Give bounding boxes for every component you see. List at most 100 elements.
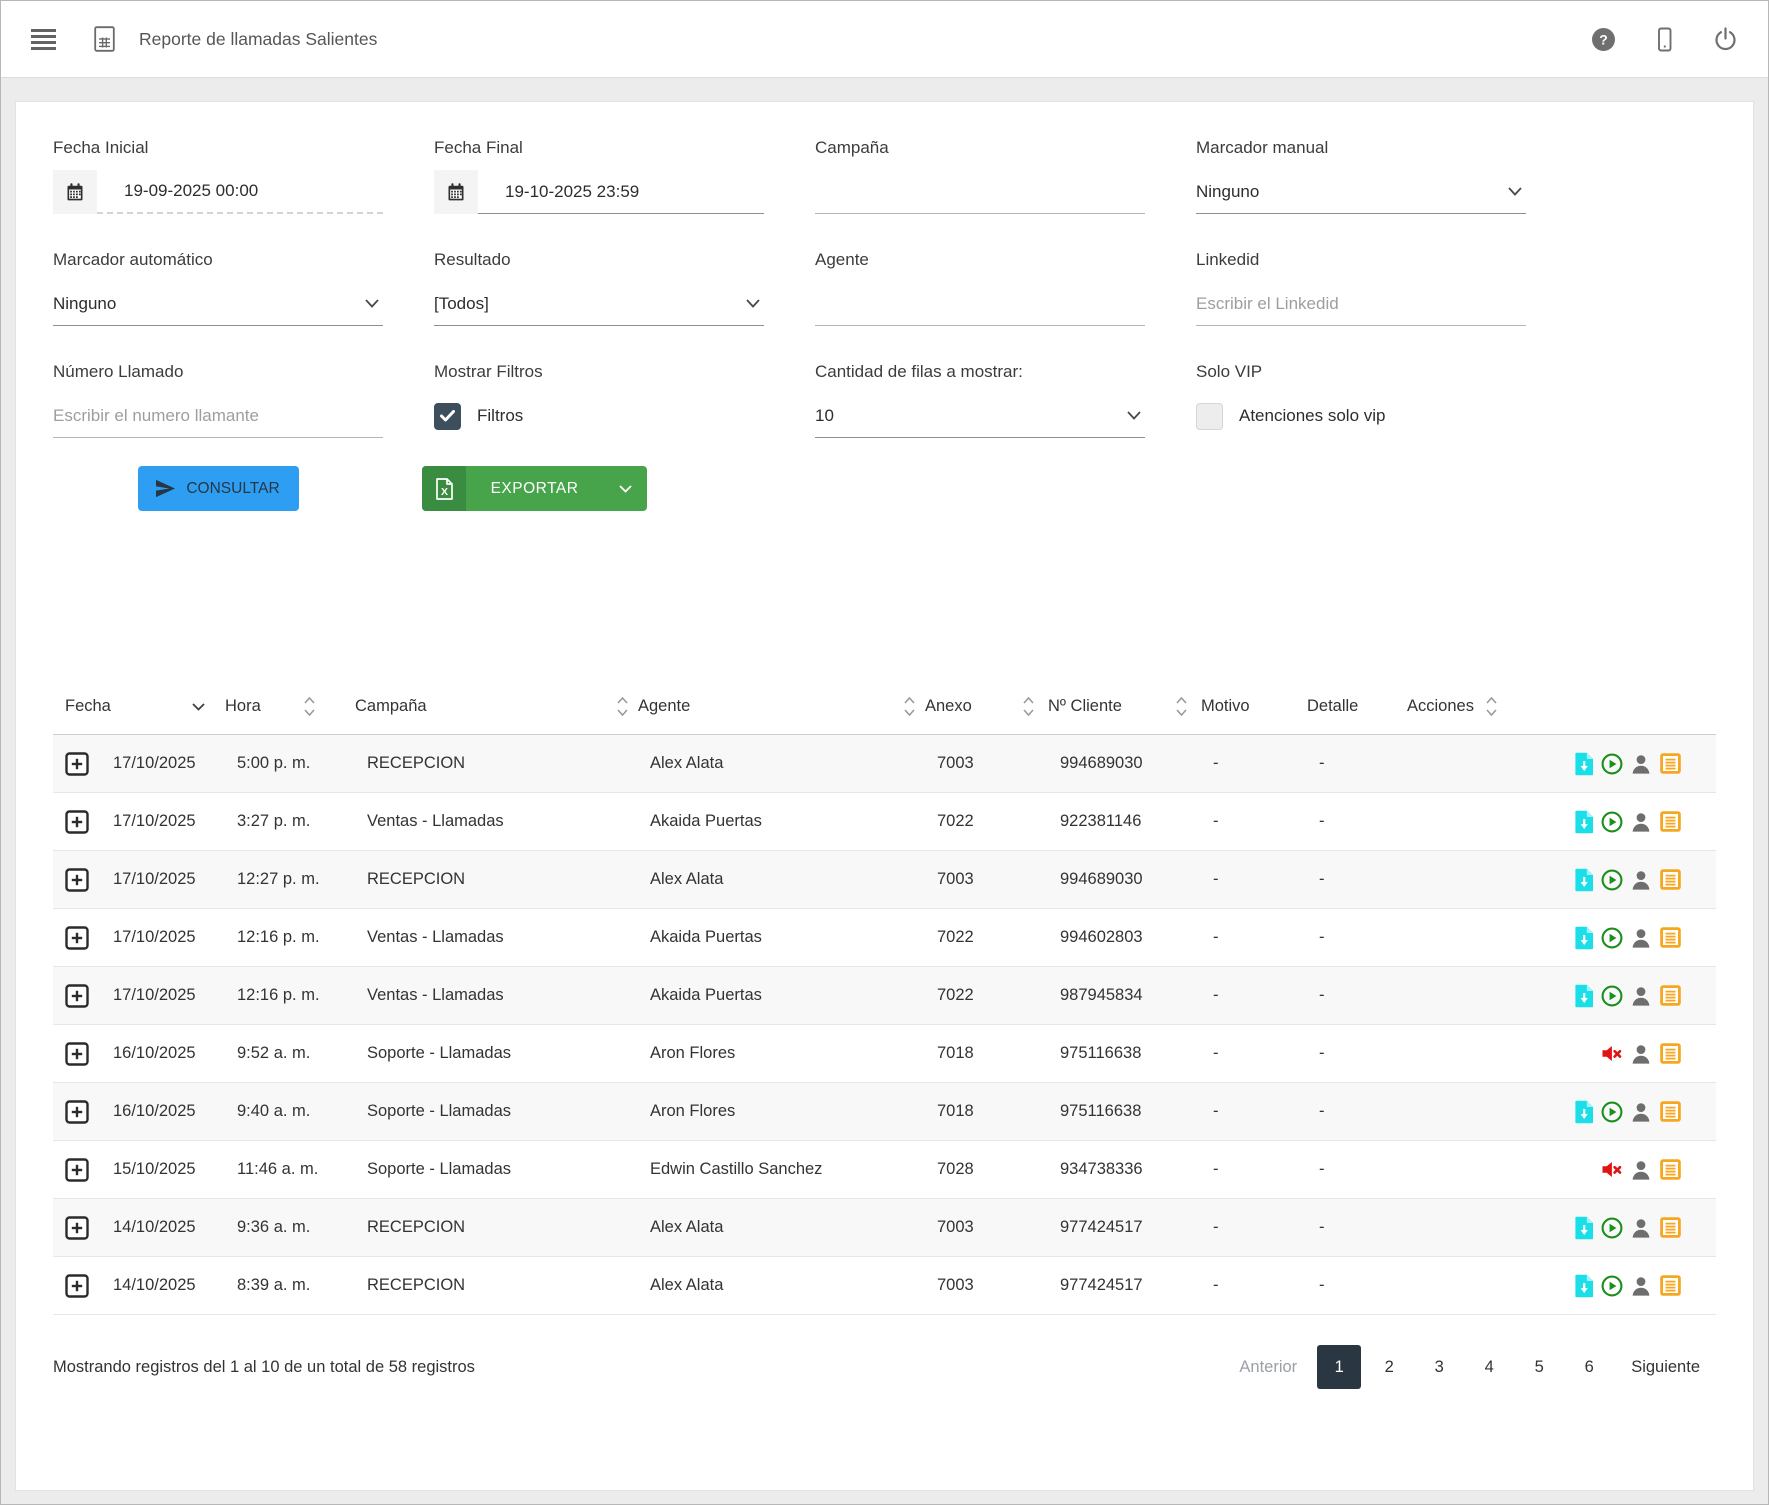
play-recording-button[interactable]: [1601, 811, 1623, 833]
audio-download-button[interactable]: [1574, 1216, 1594, 1240]
consultar-button[interactable]: CONSULTAR: [138, 466, 299, 511]
pagination-previous[interactable]: Anterior: [1225, 1358, 1311, 1377]
fecha-inicial-picker[interactable]: 19-09-2025 00:00: [53, 170, 383, 214]
note-icon: [1659, 1216, 1682, 1239]
audio-download-button[interactable]: [1574, 984, 1594, 1008]
expand-row-button[interactable]: [65, 926, 89, 950]
contact-button[interactable]: [1630, 1043, 1652, 1065]
column-header-agente[interactable]: Agente: [638, 679, 925, 734]
logout-button[interactable]: [1713, 27, 1738, 52]
expand-row-button[interactable]: [65, 1158, 89, 1182]
contact-button[interactable]: [1630, 927, 1652, 949]
column-header-campana[interactable]: Campaña: [355, 679, 638, 734]
cell-fecha: 14/10/2025: [113, 1257, 237, 1314]
contact-button[interactable]: [1630, 1275, 1652, 1297]
expand-row-button[interactable]: [65, 1274, 89, 1298]
fecha-inicial-value[interactable]: 19-09-2025 00:00: [97, 170, 383, 214]
field-cantidad-filas: Cantidad de filas a mostrar: 10: [815, 362, 1145, 438]
marcador-automatico-select[interactable]: Ninguno: [53, 282, 383, 326]
column-header-fecha[interactable]: Fecha: [65, 679, 225, 734]
detail-note-button[interactable]: [1659, 984, 1682, 1007]
page-button-5[interactable]: 5: [1517, 1345, 1561, 1389]
play-recording-button[interactable]: [1601, 1217, 1623, 1239]
calendar-icon[interactable]: [53, 170, 97, 214]
expand-row-button[interactable]: [65, 1100, 89, 1124]
marcador-manual-select[interactable]: Ninguno: [1196, 170, 1526, 214]
numero-llamado-input[interactable]: [53, 394, 383, 438]
play-recording-button[interactable]: [1601, 985, 1623, 1007]
audio-download-button[interactable]: [1574, 868, 1594, 892]
cell-anexo: 7003: [937, 1257, 1060, 1314]
fecha-final-value[interactable]: 19-10-2025 23:59: [478, 170, 764, 214]
expand-row-button[interactable]: [65, 1042, 89, 1066]
contact-button[interactable]: [1630, 869, 1652, 891]
table-row: 17/10/2025 3:27 p. m. Ventas - Llamadas …: [53, 793, 1716, 851]
cell-detalle: -: [1319, 851, 1419, 908]
page-button-2[interactable]: 2: [1367, 1345, 1411, 1389]
contact-button[interactable]: [1630, 1101, 1652, 1123]
expand-row-button[interactable]: [65, 1216, 89, 1240]
cell-motivo: -: [1213, 1025, 1319, 1082]
no-audio-button[interactable]: [1600, 1042, 1623, 1065]
column-header-cliente[interactable]: Nº Cliente: [1048, 679, 1201, 734]
agente-input[interactable]: [815, 282, 1145, 326]
page-button-1[interactable]: 1: [1317, 1345, 1361, 1389]
cell-anexo: 7022: [937, 793, 1060, 850]
expand-row-button[interactable]: [65, 752, 89, 776]
audio-download-button[interactable]: [1574, 752, 1594, 776]
pagination-next[interactable]: Siguiente: [1617, 1358, 1714, 1377]
filtros-checkbox[interactable]: [434, 403, 461, 430]
resultado-select[interactable]: [Todos]: [434, 282, 764, 326]
linkedid-input[interactable]: [1196, 282, 1526, 326]
fecha-final-picker[interactable]: 19-10-2025 23:59: [434, 170, 764, 214]
cell-campana: Ventas - Llamadas: [367, 967, 650, 1024]
contact-button[interactable]: [1630, 1159, 1652, 1181]
play-recording-button[interactable]: [1601, 753, 1623, 775]
detail-note-button[interactable]: [1659, 868, 1682, 891]
audio-download-button[interactable]: [1574, 926, 1594, 950]
page-button-3[interactable]: 3: [1417, 1345, 1461, 1389]
detail-note-button[interactable]: [1659, 926, 1682, 949]
column-header-hora[interactable]: Hora: [225, 679, 355, 734]
menu-toggle-button[interactable]: [31, 29, 56, 50]
expand-row-button[interactable]: [65, 810, 89, 834]
cell-cliente: 922381146: [1060, 793, 1213, 850]
detail-note-button[interactable]: [1659, 752, 1682, 775]
detail-note-button[interactable]: [1659, 1274, 1682, 1297]
mobile-button[interactable]: [1652, 27, 1677, 52]
vip-checkbox[interactable]: [1196, 403, 1223, 430]
detail-note-button[interactable]: [1659, 1042, 1682, 1065]
expand-row-button[interactable]: [65, 868, 89, 892]
audio-download-button[interactable]: [1574, 1100, 1594, 1124]
page-button-4[interactable]: 4: [1467, 1345, 1511, 1389]
detail-note-button[interactable]: [1659, 1158, 1682, 1181]
help-button[interactable]: ?: [1591, 27, 1616, 52]
note-icon: [1659, 868, 1682, 891]
detail-note-button[interactable]: [1659, 1216, 1682, 1239]
expand-plus-icon: [65, 752, 89, 776]
expand-row-button[interactable]: [65, 984, 89, 1008]
play-recording-button[interactable]: [1601, 927, 1623, 949]
contact-button[interactable]: [1630, 1217, 1652, 1239]
contact-button[interactable]: [1630, 811, 1652, 833]
cell-motivo: -: [1213, 1083, 1319, 1140]
cantidad-filas-select[interactable]: 10: [815, 394, 1145, 438]
calendar-icon[interactable]: [434, 170, 478, 214]
play-recording-button[interactable]: [1601, 1275, 1623, 1297]
detail-note-button[interactable]: [1659, 810, 1682, 833]
cantidad-filas-label: Cantidad de filas a mostrar:: [815, 362, 1145, 382]
play-recording-button[interactable]: [1601, 1101, 1623, 1123]
column-header-anexo[interactable]: Anexo: [925, 679, 1048, 734]
exportar-button[interactable]: X EXPORTAR: [422, 466, 647, 511]
campana-input[interactable]: [815, 170, 1145, 214]
audio-download-button[interactable]: [1574, 810, 1594, 834]
contact-button[interactable]: [1630, 985, 1652, 1007]
page-button-6[interactable]: 6: [1567, 1345, 1611, 1389]
column-header-acciones[interactable]: Acciones: [1407, 679, 1716, 734]
play-recording-button[interactable]: [1601, 869, 1623, 891]
audio-download-button[interactable]: [1574, 1274, 1594, 1298]
contact-button[interactable]: [1630, 753, 1652, 775]
cell-cliente: 977424517: [1060, 1199, 1213, 1256]
detail-note-button[interactable]: [1659, 1100, 1682, 1123]
no-audio-button[interactable]: [1600, 1158, 1623, 1181]
